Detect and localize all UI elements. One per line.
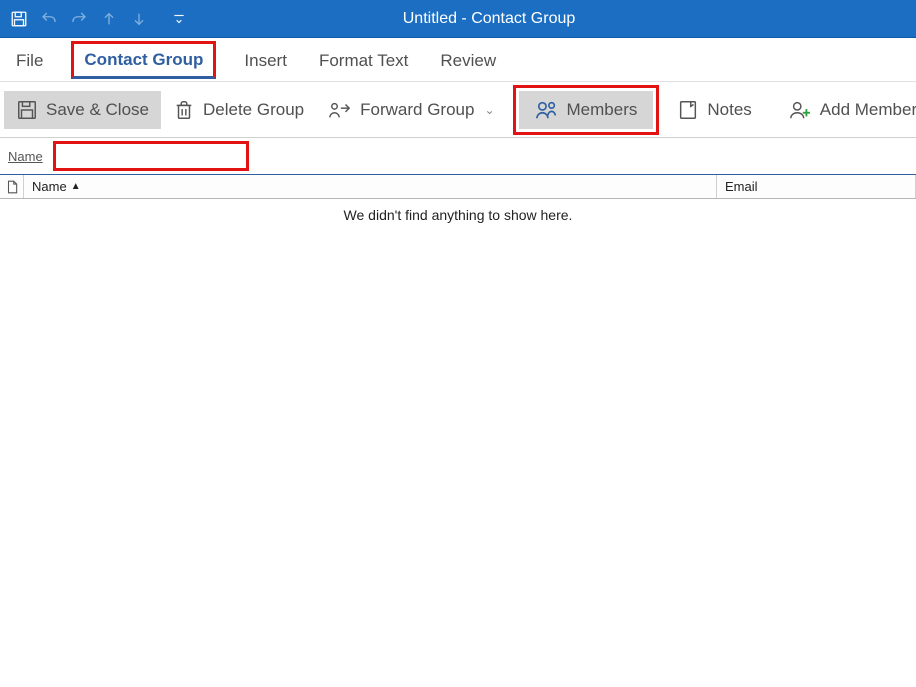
title-bar: Untitled - Contact Group bbox=[0, 0, 916, 38]
column-name-label: Name bbox=[32, 179, 67, 194]
members-label: Members bbox=[567, 100, 638, 120]
add-person-icon bbox=[788, 99, 812, 121]
redo-icon[interactable] bbox=[68, 8, 90, 30]
add-members-button[interactable]: Add Members ⌄ bbox=[776, 91, 916, 129]
document-icon[interactable] bbox=[0, 175, 24, 198]
list-column-headers: Name ▲ Email bbox=[0, 175, 916, 199]
column-email-label: Email bbox=[725, 179, 758, 194]
add-members-label: Add Members bbox=[820, 100, 916, 120]
tab-insert[interactable]: Insert bbox=[240, 45, 291, 75]
save-icon[interactable] bbox=[8, 8, 30, 30]
tab-file[interactable]: File bbox=[12, 45, 47, 75]
trash-icon bbox=[173, 99, 195, 121]
sort-asc-icon: ▲ bbox=[71, 181, 81, 192]
notes-button[interactable]: Notes bbox=[665, 91, 763, 129]
column-name-header[interactable]: Name ▲ bbox=[24, 175, 717, 198]
delete-group-button[interactable]: Delete Group bbox=[161, 91, 316, 129]
chevron-down-icon: ⌄ bbox=[484, 103, 494, 117]
qat-customize-icon[interactable] bbox=[168, 8, 190, 30]
name-label: Name bbox=[8, 149, 43, 164]
empty-list-message: We didn't find anything to show here. bbox=[0, 199, 916, 223]
up-arrow-icon[interactable] bbox=[98, 8, 120, 30]
name-input[interactable] bbox=[56, 144, 246, 168]
save-close-label: Save & Close bbox=[46, 100, 149, 120]
forward-icon bbox=[328, 99, 352, 121]
window-title: Untitled - Contact Group bbox=[70, 10, 908, 28]
down-arrow-icon[interactable] bbox=[128, 8, 150, 30]
ribbon-tabs: File Contact Group Insert Format Text Re… bbox=[0, 38, 916, 82]
members-icon bbox=[535, 99, 559, 121]
members-button[interactable]: Members bbox=[519, 91, 654, 129]
notes-label: Notes bbox=[707, 100, 751, 120]
forward-group-button[interactable]: Forward Group ⌄ bbox=[316, 91, 506, 129]
forward-group-label: Forward Group bbox=[360, 100, 474, 120]
tab-format-text[interactable]: Format Text bbox=[315, 45, 412, 75]
tab-contact-group[interactable]: Contact Group bbox=[71, 41, 216, 79]
ribbon-toolbar: Save & Close Delete Group Forward Group … bbox=[0, 82, 916, 138]
column-email-header[interactable]: Email bbox=[717, 175, 916, 198]
name-field-row: Name bbox=[0, 138, 916, 175]
delete-group-label: Delete Group bbox=[203, 100, 304, 120]
save-close-icon bbox=[16, 99, 38, 121]
tab-review[interactable]: Review bbox=[436, 45, 500, 75]
save-close-button[interactable]: Save & Close bbox=[4, 91, 161, 129]
notes-icon bbox=[677, 99, 699, 121]
undo-icon[interactable] bbox=[38, 8, 60, 30]
